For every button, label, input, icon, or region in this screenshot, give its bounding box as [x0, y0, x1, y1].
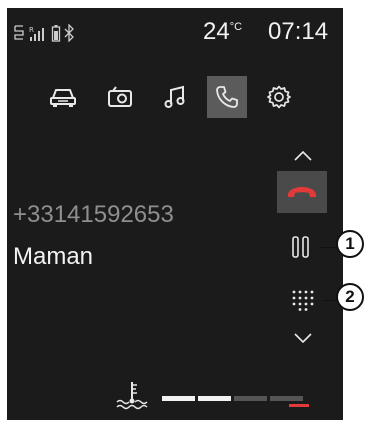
phone-call-screen: R 24°C 07:14 +33141592653 Maman [7, 8, 343, 420]
nav-item-settings[interactable] [259, 76, 299, 118]
outside-temperature: 24°C [203, 18, 242, 46]
signal-strength-icon: R [29, 26, 44, 41]
temperature-value: 24 [203, 18, 230, 45]
gauge-segment [162, 396, 195, 401]
gauge-segment [198, 396, 231, 401]
hold-button[interactable] [292, 236, 310, 263]
gauge-segment [270, 396, 303, 401]
music-icon [164, 85, 185, 108]
nav-item-radio[interactable] [100, 76, 140, 118]
keypad-icon [292, 290, 314, 311]
thermometer-icon [116, 382, 148, 410]
caller-number: +33141592653 [13, 201, 174, 228]
gauge-segment [234, 396, 267, 401]
scroll-down-button[interactable] [294, 330, 312, 348]
gear-icon [267, 85, 291, 109]
keypad-button[interactable] [290, 289, 314, 316]
temperature-unit: °C [229, 21, 243, 33]
gauge-hot-marker [289, 404, 309, 407]
pause-icon [292, 236, 309, 258]
svg-text:R: R [29, 26, 34, 34]
battery-icon [51, 25, 61, 42]
nav-item-music[interactable] [155, 76, 195, 118]
main-menu-bar [43, 76, 333, 118]
hang-up-icon [288, 187, 316, 197]
chevron-up-icon [294, 150, 312, 161]
callout-1: 1 [336, 230, 364, 258]
gps-icon [14, 25, 24, 40]
nav-item-vehicle[interactable] [43, 76, 83, 118]
chevron-down-icon [294, 333, 312, 344]
car-icon [50, 89, 76, 107]
bluetooth-icon [64, 24, 74, 42]
caller-name: Maman [13, 243, 94, 270]
coolant-temperature-gauge [162, 396, 303, 401]
status-bar: R 24°C 07:14 [13, 18, 338, 46]
hang-up-button[interactable] [277, 171, 327, 213]
callout-2: 2 [336, 283, 364, 311]
radio-icon [108, 86, 132, 107]
scroll-up-button[interactable] [294, 148, 312, 166]
clock: 07:14 [268, 18, 329, 45]
coolant-temperature-icon [115, 380, 149, 415]
phone-icon [216, 86, 238, 108]
nav-item-phone[interactable] [207, 76, 247, 118]
status-icons: R [13, 24, 74, 42]
